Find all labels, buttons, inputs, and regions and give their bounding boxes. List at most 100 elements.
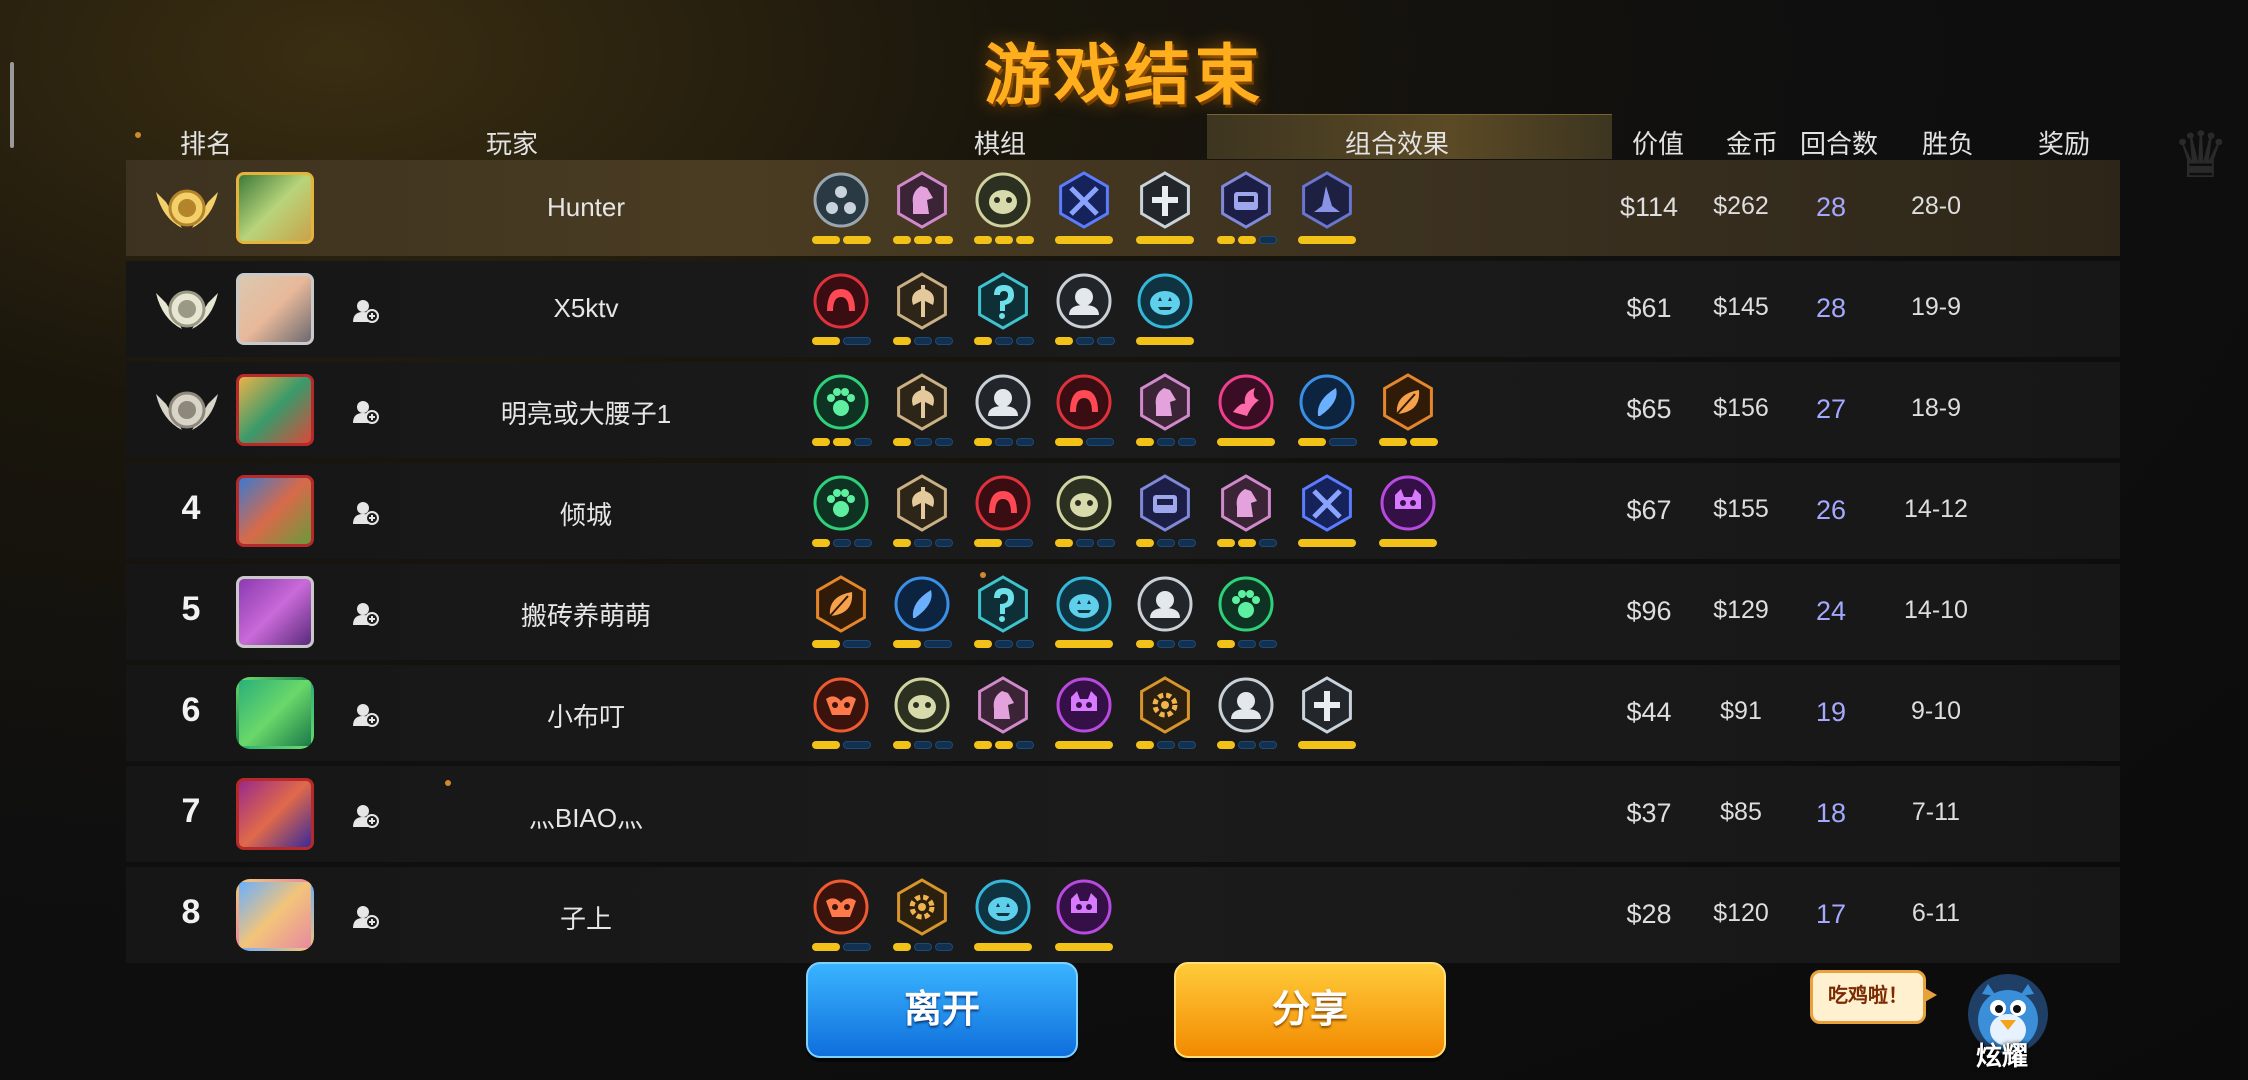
trait-badge[interactable] [1296, 372, 1358, 452]
header-record: 胜负 [1922, 129, 1975, 159]
trait-level-pips [974, 741, 1034, 749]
trait-badge[interactable] [810, 877, 872, 957]
level-pip [1136, 640, 1154, 648]
add-friend-icon[interactable] [352, 398, 380, 426]
trait-badge[interactable] [1215, 675, 1277, 755]
level-pip [1055, 741, 1113, 749]
rank-number: 6 [181, 691, 201, 729]
table-row[interactable]: 5 搬砖养萌萌 $96 $129 24 14-10 [126, 564, 2120, 660]
bronze-medal-icon [156, 391, 218, 430]
trait-badge[interactable] [972, 877, 1034, 957]
avatar[interactable] [236, 677, 314, 749]
trait-badge[interactable] [972, 473, 1034, 553]
level-pip [1217, 640, 1235, 648]
level-pip [995, 640, 1013, 648]
trait-badge[interactable] [972, 271, 1034, 351]
trait-badge[interactable] [972, 675, 1034, 755]
avatar[interactable] [236, 374, 314, 446]
add-friend-icon[interactable] [352, 701, 380, 729]
trait-badge[interactable] [1215, 574, 1277, 654]
add-friend-icon[interactable] [352, 297, 380, 325]
avatar[interactable] [236, 475, 314, 547]
trait-badge[interactable] [810, 271, 872, 351]
avatar[interactable] [236, 576, 314, 648]
row-record: 14-10 [1904, 596, 1968, 624]
trait-badge[interactable] [891, 473, 953, 553]
trait-badge[interactable] [1296, 473, 1358, 553]
trait-badge[interactable] [810, 473, 872, 553]
level-pip [995, 741, 1013, 749]
table-row[interactable]: 4 倾城 $67 $155 26 14-12 [126, 463, 2120, 559]
avatar[interactable] [236, 172, 314, 244]
demon-mask-icon [813, 677, 869, 733]
trait-badge[interactable] [1053, 574, 1115, 654]
trait-badge[interactable] [972, 574, 1034, 654]
trait-badge[interactable] [1215, 372, 1277, 452]
add-friend-icon[interactable] [352, 600, 380, 628]
gold-medal-icon [156, 189, 218, 228]
level-pip [974, 943, 1032, 951]
trait-badge[interactable] [1377, 473, 1439, 553]
table-row[interactable]: 7 灬BIAO灬 $37 $85 18 7-11 [126, 766, 2120, 862]
trait-badge[interactable] [810, 675, 872, 755]
trait-badge[interactable] [1134, 574, 1196, 654]
trait-badge[interactable] [1296, 675, 1358, 755]
brag-label[interactable]: 炫耀 [1976, 1036, 2028, 1073]
trait-badge[interactable] [1134, 170, 1196, 250]
trait-badge[interactable] [810, 372, 872, 452]
trait-level-pips [1298, 741, 1358, 749]
trait-badge[interactable] [1134, 473, 1196, 553]
trait-badge[interactable] [1053, 372, 1115, 452]
share-button[interactable]: 分享 [1174, 962, 1446, 1058]
header-combo[interactable]: 组合效果 [1345, 124, 1449, 161]
trait-badge[interactable] [1377, 372, 1439, 452]
avatar[interactable] [236, 778, 314, 850]
trait-badge[interactable] [972, 372, 1034, 452]
trait-badge[interactable] [1134, 675, 1196, 755]
row-record: 7-11 [1911, 798, 1961, 826]
leave-button[interactable]: 离开 [806, 962, 1078, 1058]
row-rounds: 26 [1815, 495, 1847, 525]
trait-badge[interactable] [891, 877, 953, 957]
trait-badge[interactable] [891, 170, 953, 250]
pumpkin-icon [1137, 273, 1193, 329]
add-friend-icon[interactable] [352, 802, 380, 830]
trait-level-pips [1217, 236, 1277, 244]
table-row[interactable]: 8 子上 $28 $120 17 6-11 [126, 867, 2120, 963]
trait-badge[interactable] [1053, 675, 1115, 755]
level-pip [914, 943, 932, 951]
row-gold: $262 [1713, 192, 1769, 220]
trait-badge[interactable] [891, 574, 953, 654]
level-pip [1329, 438, 1357, 446]
level-pip [914, 539, 932, 547]
avatar[interactable] [236, 273, 314, 345]
trait-badge[interactable] [810, 574, 872, 654]
table-row[interactable]: 6 小布叮 $44 $91 19 9-10 [126, 665, 2120, 761]
trait-level-pips [812, 337, 872, 345]
trait-badge[interactable] [891, 271, 953, 351]
level-pip [1298, 236, 1356, 244]
trait-badge[interactable] [891, 675, 953, 755]
avatar[interactable] [236, 879, 314, 951]
trait-badge[interactable] [1134, 372, 1196, 452]
trait-badge[interactable] [1053, 170, 1115, 250]
level-pip [1097, 539, 1115, 547]
trait-badge[interactable] [1053, 271, 1115, 351]
add-friend-icon[interactable] [352, 903, 380, 931]
trait-badge[interactable] [1053, 877, 1115, 957]
trait-badge[interactable] [972, 170, 1034, 250]
trait-badge[interactable] [1134, 271, 1196, 351]
trait-badge[interactable] [891, 372, 953, 452]
trait-badge[interactable] [1215, 170, 1277, 250]
trait-badge[interactable] [1053, 473, 1115, 553]
level-pip [974, 640, 992, 648]
trait-badge[interactable] [1296, 170, 1358, 250]
trait-badge[interactable] [1215, 473, 1277, 553]
trait-level-pips [1217, 438, 1277, 446]
table-row[interactable]: 明亮或大腰子1 $65 $156 27 18-9 [126, 362, 2120, 458]
add-friend-icon[interactable] [352, 499, 380, 527]
table-row[interactable]: X5ktv $61 $145 28 19-9 [126, 261, 2120, 357]
trait-badge[interactable] [810, 170, 872, 250]
table-row[interactable]: Hunter $114 $262 28 28-0 [126, 160, 2120, 256]
level-pip [1217, 539, 1235, 547]
